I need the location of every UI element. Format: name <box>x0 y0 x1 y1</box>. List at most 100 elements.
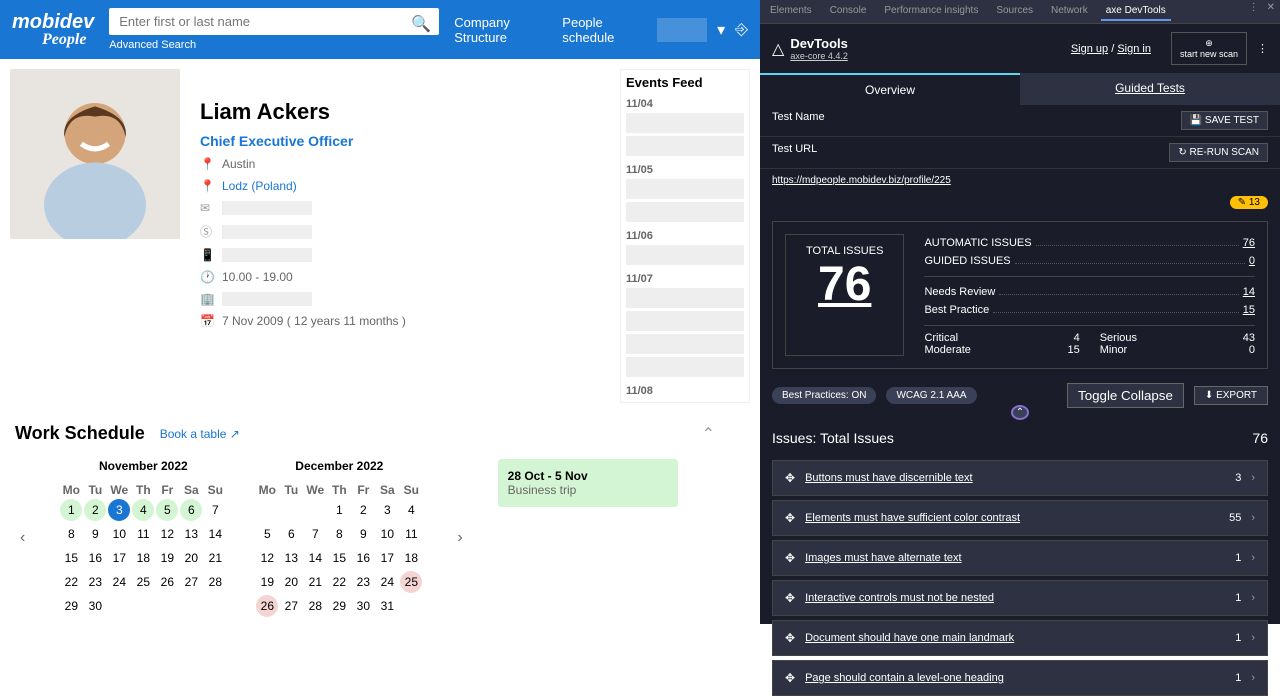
user-menu[interactable] <box>657 18 707 42</box>
calendar-day[interactable]: 23 <box>352 571 374 593</box>
calendar-day[interactable]: 6 <box>180 499 202 521</box>
calendar-day[interactable]: 20 <box>280 571 302 593</box>
chevron-down-icon[interactable]: ▾ <box>717 20 725 40</box>
tab-guided-tests[interactable]: Guided Tests <box>1020 73 1280 105</box>
tab-network[interactable]: Network <box>1046 2 1093 21</box>
search-input[interactable] <box>109 8 439 35</box>
calendar-day[interactable]: 25 <box>400 571 422 593</box>
advanced-search-link[interactable]: Advanced Search <box>109 39 439 51</box>
calendar-day[interactable]: 2 <box>352 499 374 521</box>
signup-link[interactable]: Sign up <box>1071 43 1108 55</box>
calendar-day[interactable]: 28 <box>304 595 326 617</box>
tab-overview[interactable]: Overview <box>760 73 1020 105</box>
calendar-day[interactable]: 27 <box>180 571 202 593</box>
calendar-day[interactable]: 9 <box>352 523 374 545</box>
calendar-day[interactable]: 8 <box>328 523 350 545</box>
calendar-day[interactable]: 13 <box>180 523 202 545</box>
calendar-day[interactable]: 20 <box>180 547 202 569</box>
test-url-link[interactable]: https://mdpeople.mobidev.biz/profile/225 <box>772 175 951 186</box>
calendar-day[interactable]: 24 <box>108 571 130 593</box>
issue-row[interactable]: ✥Elements must have sufficient color con… <box>772 500 1268 536</box>
issue-row[interactable]: ✥Buttons must have discernible text3› <box>772 460 1268 496</box>
calendar-day[interactable]: 17 <box>376 547 398 569</box>
calendar-day[interactable]: 27 <box>280 595 302 617</box>
calendar-day[interactable]: 30 <box>84 595 106 617</box>
calendar-day[interactable]: 4 <box>400 499 422 521</box>
company-structure-link[interactable]: Company Structure <box>454 15 547 45</box>
calendar-day[interactable]: 4 <box>132 499 154 521</box>
calendar-day[interactable]: 5 <box>256 523 278 545</box>
calendar-day[interactable]: 28 <box>204 571 226 593</box>
calendar-day[interactable]: 16 <box>84 547 106 569</box>
collapse-icon[interactable]: ⌃ <box>702 424 715 444</box>
calendar-day[interactable]: 29 <box>60 595 82 617</box>
calendar-day[interactable]: 1 <box>328 499 350 521</box>
calendar-day[interactable]: 18 <box>132 547 154 569</box>
calendar-day[interactable]: 6 <box>280 523 302 545</box>
calendar-day[interactable]: 19 <box>256 571 278 593</box>
calendar-day[interactable]: 7 <box>304 523 326 545</box>
more-icon[interactable]: ⋮ <box>1257 42 1268 55</box>
next-month-icon[interactable]: › <box>452 529 467 547</box>
calendar-day[interactable]: 7 <box>204 499 226 521</box>
calendar-day[interactable]: 2 <box>84 499 106 521</box>
wcag-toggle[interactable]: WCAG 2.1 AAA <box>886 387 976 404</box>
tab-axe-devtools[interactable]: axe DevTools <box>1101 2 1171 21</box>
more-icon[interactable]: ⋮ <box>1249 2 1259 21</box>
calendar-day[interactable]: 3 <box>376 499 398 521</box>
calendar-day[interactable]: 31 <box>376 595 398 617</box>
prev-month-icon[interactable]: ‹ <box>15 529 30 547</box>
logout-icon[interactable]: ⎆ <box>735 21 748 39</box>
calendar-day[interactable]: 11 <box>400 523 422 545</box>
rerun-button[interactable]: ↻ RE-RUN SCAN <box>1169 143 1268 162</box>
issue-row[interactable]: ✥Page should contain a level-one heading… <box>772 660 1268 696</box>
issue-row[interactable]: ✥Document should have one main landmark1… <box>772 620 1268 656</box>
calendar-day[interactable]: 30 <box>352 595 374 617</box>
calendar-day[interactable]: 12 <box>256 547 278 569</box>
tab-console[interactable]: Console <box>825 2 872 21</box>
calendar-day[interactable]: 3 <box>108 499 130 521</box>
signin-link[interactable]: Sign in <box>1117 43 1151 55</box>
calendar-day[interactable]: 22 <box>328 571 350 593</box>
start-scan-button[interactable]: ⊕start new scan <box>1171 32 1247 65</box>
logo[interactable]: mobidev People <box>12 12 94 48</box>
collapse-handle[interactable]: ⌃ <box>1011 405 1029 420</box>
calendar-day[interactable]: 13 <box>280 547 302 569</box>
calendar-day[interactable]: 16 <box>352 547 374 569</box>
tab-elements[interactable]: Elements <box>765 2 817 21</box>
calendar-day[interactable]: 17 <box>108 547 130 569</box>
export-button[interactable]: ⬇ EXPORT <box>1194 386 1268 405</box>
calendar-day[interactable]: 23 <box>84 571 106 593</box>
tab-performance[interactable]: Performance insights <box>879 2 983 21</box>
calendar-day[interactable]: 5 <box>156 499 178 521</box>
calendar-day[interactable]: 11 <box>132 523 154 545</box>
calendar-day[interactable]: 12 <box>156 523 178 545</box>
calendar-day[interactable]: 10 <box>376 523 398 545</box>
calendar-day[interactable]: 26 <box>256 595 278 617</box>
close-icon[interactable]: ✕ <box>1267 2 1275 21</box>
calendar-day[interactable]: 9 <box>84 523 106 545</box>
calendar-day[interactable]: 29 <box>328 595 350 617</box>
calendar-day[interactable]: 14 <box>204 523 226 545</box>
search-icon[interactable]: 🔍 <box>411 14 431 34</box>
calendar-day[interactable]: 24 <box>376 571 398 593</box>
calendar-day[interactable]: 26 <box>156 571 178 593</box>
issue-row[interactable]: ✥Interactive controls must not be nested… <box>772 580 1268 616</box>
issue-row[interactable]: ✥Images must have alternate text1› <box>772 540 1268 576</box>
calendar-day[interactable]: 25 <box>132 571 154 593</box>
calendar-day[interactable]: 21 <box>304 571 326 593</box>
book-table-link[interactable]: Book a table ↗ <box>160 427 240 441</box>
calendar-day[interactable]: 14 <box>304 547 326 569</box>
tab-sources[interactable]: Sources <box>991 2 1038 21</box>
calendar-day[interactable]: 19 <box>156 547 178 569</box>
toggle-collapse-button[interactable]: Toggle Collapse <box>1067 383 1184 408</box>
calendar-day[interactable]: 10 <box>108 523 130 545</box>
calendar-day[interactable]: 15 <box>328 547 350 569</box>
best-practices-toggle[interactable]: Best Practices: ON <box>772 387 876 404</box>
people-schedule-link[interactable]: People schedule <box>562 15 642 45</box>
calendar-day[interactable]: 8 <box>60 523 82 545</box>
calendar-day[interactable]: 22 <box>60 571 82 593</box>
calendar-day[interactable]: 15 <box>60 547 82 569</box>
calendar-day[interactable]: 18 <box>400 547 422 569</box>
calendar-day[interactable]: 1 <box>60 499 82 521</box>
